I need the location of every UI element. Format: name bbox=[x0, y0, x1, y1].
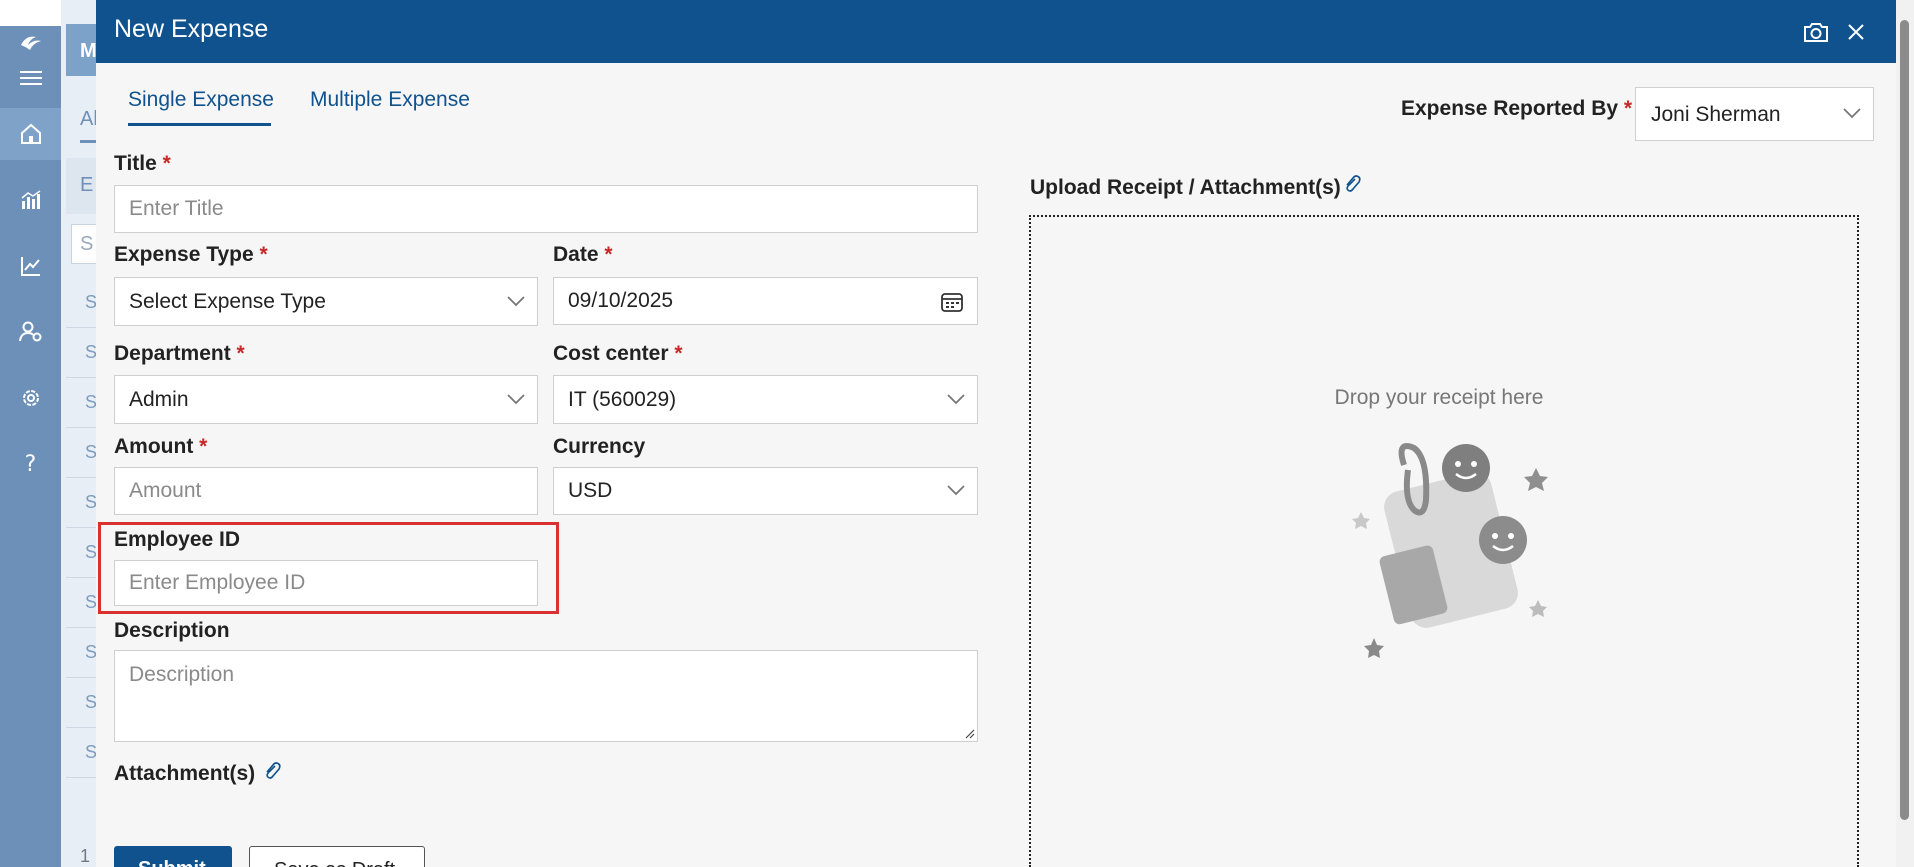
gear-icon[interactable] bbox=[0, 372, 61, 424]
required-mark: * bbox=[604, 243, 613, 266]
expense-type-value: Select Expense Type bbox=[129, 289, 326, 313]
department-label: Department * bbox=[114, 342, 245, 366]
date-label: Date * bbox=[553, 243, 613, 267]
tab-single-expense[interactable]: Single Expense bbox=[128, 88, 274, 112]
date-label-text: Date bbox=[553, 243, 599, 266]
cost-center-label: Cost center * bbox=[553, 342, 683, 366]
menu-icon[interactable] bbox=[0, 58, 61, 98]
chevron-down-icon bbox=[947, 393, 965, 404]
title-input[interactable]: Enter Title bbox=[114, 185, 978, 233]
description-label: Description bbox=[114, 619, 230, 642]
employee-id-placeholder: Enter Employee ID bbox=[129, 571, 306, 594]
reported-by-value: Joni Sherman bbox=[1651, 103, 1781, 126]
required-mark: * bbox=[236, 342, 245, 365]
paperclip-icon[interactable] bbox=[1342, 173, 1362, 195]
cost-center-value: IT (560029) bbox=[568, 387, 677, 411]
required-mark: * bbox=[674, 342, 683, 365]
department-select[interactable]: Admin bbox=[114, 375, 538, 424]
description-placeholder: Description bbox=[129, 663, 235, 686]
attachments-label-text: Attachment(s) bbox=[114, 762, 256, 785]
reported-by-select[interactable]: Joni Sherman bbox=[1635, 87, 1874, 141]
home-icon[interactable] bbox=[0, 108, 61, 160]
chevron-down-icon bbox=[1843, 108, 1861, 119]
amount-label-text: Amount bbox=[114, 435, 194, 458]
app-nav-rail: ? bbox=[0, 0, 61, 867]
currency-select[interactable]: USD bbox=[553, 467, 978, 515]
description-textarea[interactable]: Description bbox=[114, 650, 978, 742]
chevron-down-icon bbox=[507, 393, 525, 404]
department-label-text: Department bbox=[114, 342, 231, 365]
rail-top-strip bbox=[0, 0, 61, 26]
chevron-down-icon bbox=[507, 295, 525, 306]
required-mark: * bbox=[259, 243, 268, 266]
expense-type-label: Expense Type * bbox=[114, 243, 268, 267]
reported-by-label: Expense Reported By * bbox=[1401, 97, 1632, 121]
receipt-illustration-icon bbox=[1352, 443, 1548, 658]
cost-center-select[interactable]: IT (560029) bbox=[553, 375, 978, 424]
scrollbar[interactable] bbox=[1896, 0, 1914, 867]
amount-placeholder: Amount bbox=[129, 479, 202, 502]
required-mark: * bbox=[199, 435, 208, 458]
dropzone-text: Drop your receipt here bbox=[1334, 386, 1544, 409]
modal-header: New Expense bbox=[96, 0, 1896, 63]
help-icon[interactable]: ? bbox=[0, 438, 61, 490]
amount-input[interactable]: Amount bbox=[114, 467, 538, 515]
camera-icon[interactable] bbox=[1802, 18, 1830, 46]
title-placeholder: Enter Title bbox=[129, 197, 224, 220]
modal-title: New Expense bbox=[114, 15, 269, 43]
attachments-label: Attachment(s) bbox=[114, 762, 255, 786]
trend-icon[interactable] bbox=[0, 240, 61, 292]
cost-center-label-text: Cost center bbox=[553, 342, 669, 365]
required-mark: * bbox=[162, 152, 171, 175]
expense-type-label-text: Expense Type bbox=[114, 243, 254, 266]
paperclip-icon[interactable] bbox=[262, 760, 282, 782]
user-settings-icon[interactable] bbox=[0, 306, 61, 358]
reported-by-label-text: Expense Reported By bbox=[1401, 97, 1619, 120]
upload-label: Upload Receipt / Attachment(s) bbox=[1030, 176, 1341, 200]
title-label-text: Title bbox=[114, 152, 157, 175]
new-expense-modal: New Expense Single Expense Multiple Expe… bbox=[96, 0, 1896, 867]
scrollbar-thumb[interactable] bbox=[1900, 20, 1909, 820]
calendar-icon[interactable] bbox=[941, 292, 963, 312]
tab-multiple-expense[interactable]: Multiple Expense bbox=[310, 88, 470, 112]
upload-label-text: Upload Receipt / Attachment(s) bbox=[1030, 176, 1341, 199]
department-value: Admin bbox=[129, 387, 189, 411]
resize-handle-icon[interactable] bbox=[963, 727, 975, 739]
employee-id-label: Employee ID bbox=[114, 528, 241, 551]
expense-type-select[interactable]: Select Expense Type bbox=[114, 277, 538, 326]
required-mark: * bbox=[1623, 97, 1633, 120]
chevron-down-icon bbox=[947, 485, 965, 496]
active-tab-underline bbox=[128, 123, 271, 126]
date-input[interactable]: 09/10/2025 bbox=[553, 277, 978, 325]
background-app: M Al E S SSSSSSSSSS 1 bbox=[61, 0, 106, 867]
save-draft-button[interactable]: Save as Draft bbox=[249, 846, 425, 867]
analytics-icon[interactable] bbox=[0, 174, 61, 226]
close-icon[interactable] bbox=[1842, 18, 1870, 46]
title-label: Title * bbox=[114, 152, 171, 176]
employee-id-input[interactable]: Enter Employee ID bbox=[114, 560, 538, 606]
bg-pagination: 1 bbox=[80, 846, 91, 866]
currency-label: Currency bbox=[553, 435, 646, 458]
amount-label: Amount * bbox=[114, 435, 207, 459]
submit-button[interactable]: Submit bbox=[114, 846, 232, 867]
currency-value: USD bbox=[568, 479, 613, 502]
date-value: 09/10/2025 bbox=[568, 289, 674, 312]
